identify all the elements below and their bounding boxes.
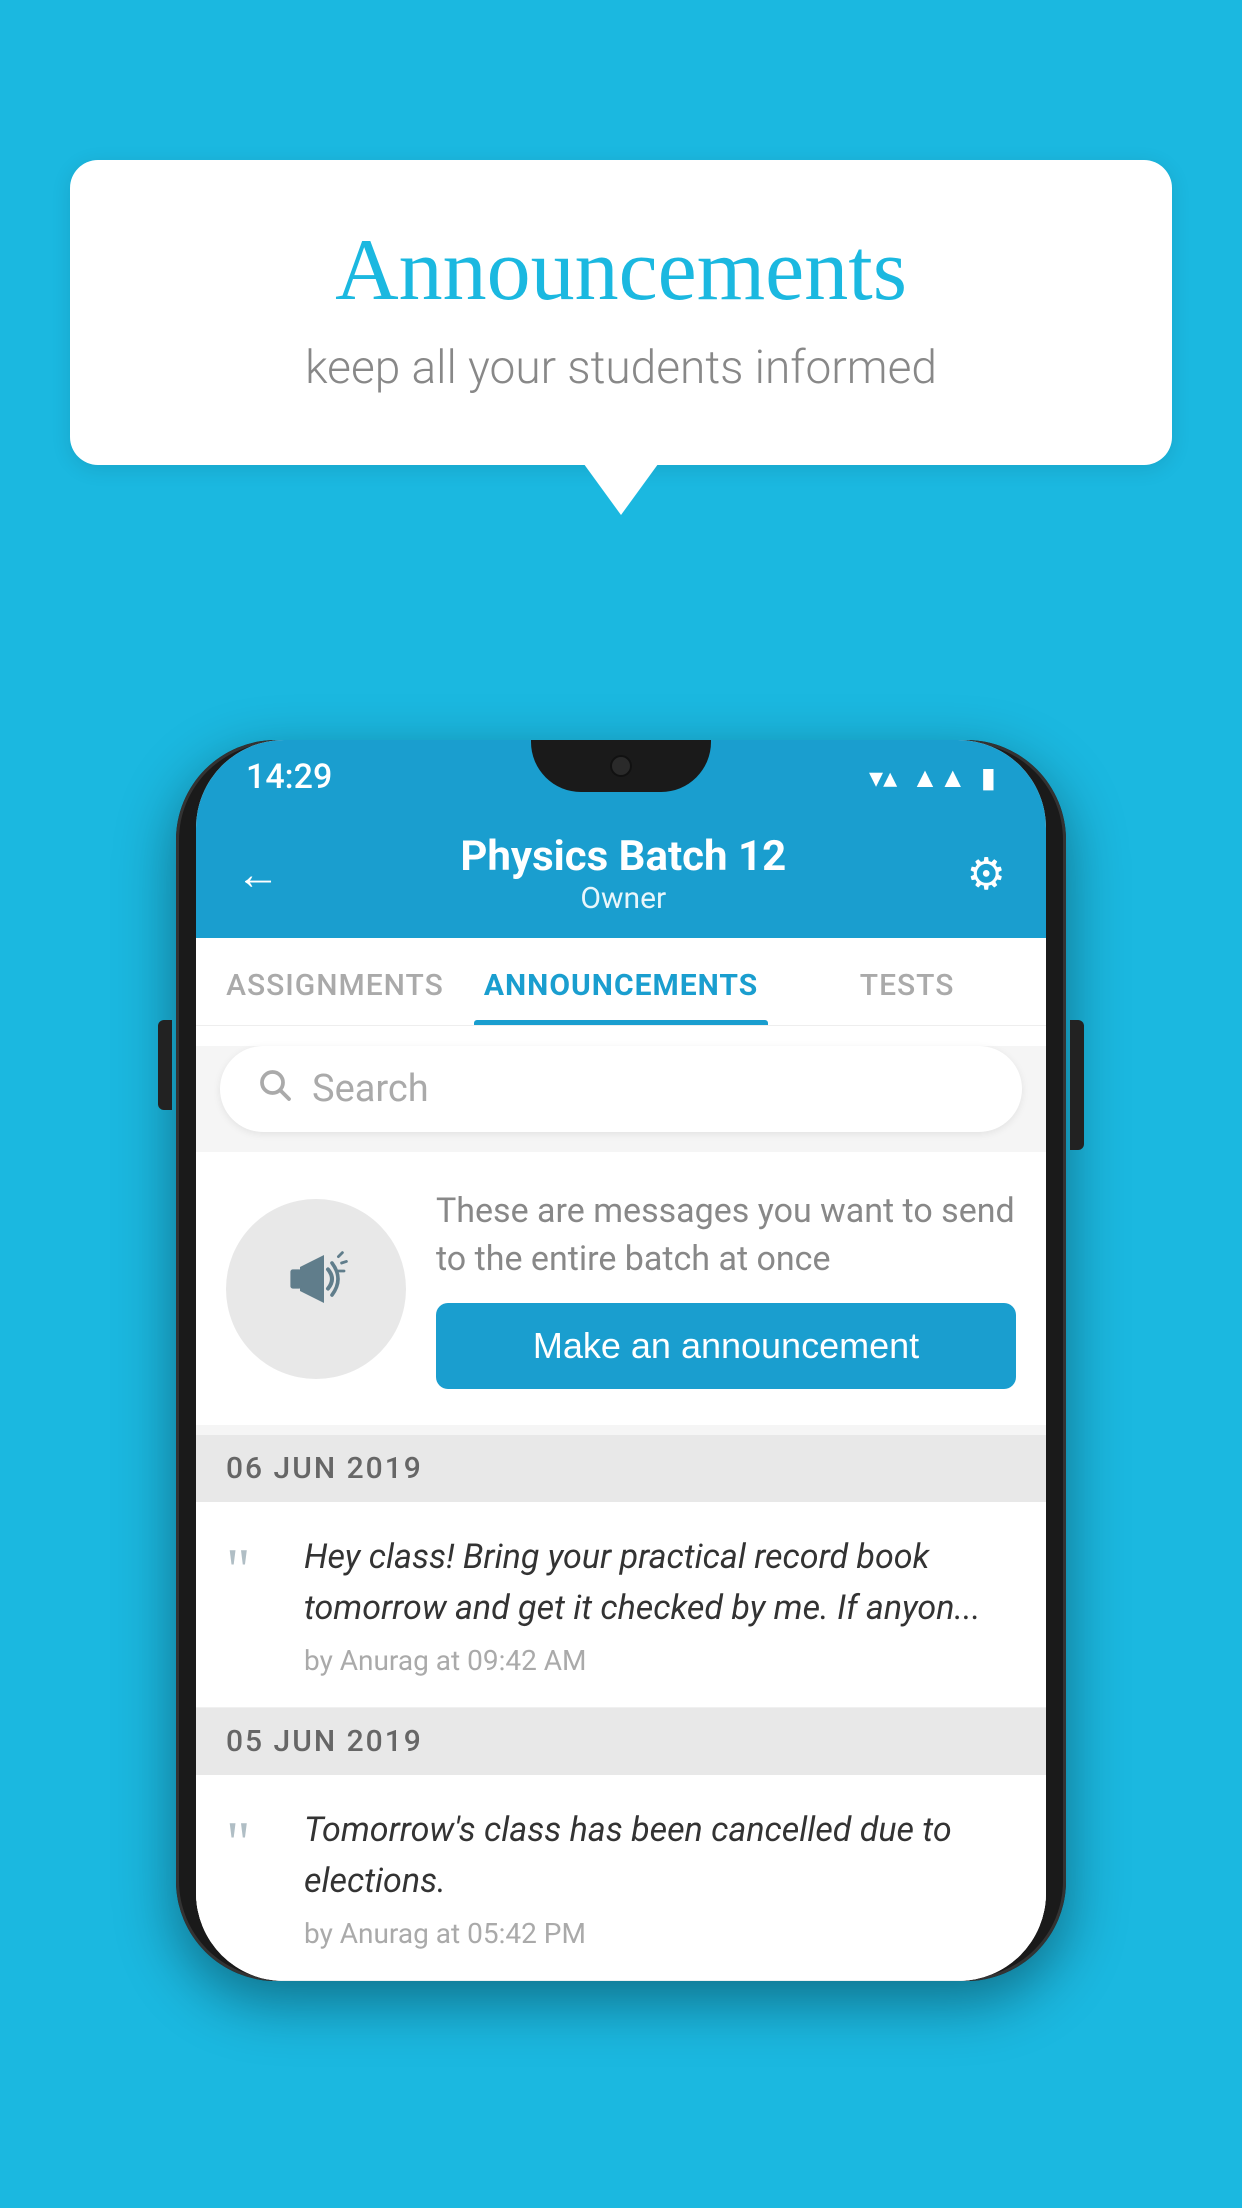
megaphone-icon <box>276 1239 356 1339</box>
announcement-meta-1: by Anurag at 09:42 AM <box>304 1644 1016 1677</box>
phone-wrapper: 14:29 ▾▴ ▲▲ ▮ ← Physics Batch 12 Owner ⚙ <box>176 720 1066 2001</box>
date-separator-2: 05 JUN 2019 <box>196 1708 1046 1775</box>
content-area: Search <box>196 1046 1046 1981</box>
tab-announcements[interactable]: ANNOUNCEMENTS <box>474 938 768 1025</box>
announcement-text-2: Tomorrow's class has been cancelled due … <box>304 1805 1016 1907</box>
quote-icon-1: " <box>226 1540 276 1600</box>
battery-icon: ▮ <box>981 761 996 794</box>
wifi-icon: ▾▴ <box>869 761 897 794</box>
bubble-title: Announcements <box>150 220 1092 321</box>
megaphone-circle <box>226 1199 406 1379</box>
settings-icon[interactable]: ⚙ <box>967 848 1006 900</box>
header-subtitle: Owner <box>460 881 786 916</box>
tab-assignments[interactable]: ASSIGNMENTS <box>196 938 474 1025</box>
speech-bubble-card: Announcements keep all your students inf… <box>70 160 1172 465</box>
camera-dot <box>610 755 632 777</box>
cta-right: These are messages you want to send to t… <box>436 1188 1016 1389</box>
cta-description: These are messages you want to send to t… <box>436 1188 1016 1283</box>
tabs-bar: ASSIGNMENTS ANNOUNCEMENTS TESTS <box>196 938 1046 1026</box>
announcement-item-1[interactable]: " Hey class! Bring your practical record… <box>196 1502 1046 1708</box>
announcement-cta-card: These are messages you want to send to t… <box>196 1152 1046 1425</box>
announcement-content-1: Hey class! Bring your practical record b… <box>304 1532 1016 1677</box>
announcement-content-2: Tomorrow's class has been cancelled due … <box>304 1805 1016 1950</box>
tab-tests[interactable]: TESTS <box>768 938 1046 1025</box>
date-separator-1: 06 JUN 2019 <box>196 1435 1046 1502</box>
back-button[interactable]: ← <box>236 848 280 900</box>
status-icons: ▾▴ ▲▲ ▮ <box>869 761 996 794</box>
header-title: Physics Batch 12 <box>460 832 786 881</box>
app-header: ← Physics Batch 12 Owner ⚙ <box>196 810 1046 938</box>
header-title-group: Physics Batch 12 Owner <box>460 832 786 916</box>
announcement-meta-2: by Anurag at 05:42 PM <box>304 1917 1016 1950</box>
search-bar[interactable]: Search <box>220 1046 1022 1132</box>
search-placeholder: Search <box>312 1067 429 1111</box>
bubble-subtitle: keep all your students informed <box>150 341 1092 395</box>
search-icon <box>256 1066 292 1112</box>
phone-screen: 14:29 ▾▴ ▲▲ ▮ ← Physics Batch 12 Owner ⚙ <box>196 740 1046 1981</box>
announcement-text-1: Hey class! Bring your practical record b… <box>304 1532 1016 1634</box>
quote-icon-2: " <box>226 1813 276 1873</box>
speech-bubble-section: Announcements keep all your students inf… <box>70 160 1172 465</box>
make-announcement-button[interactable]: Make an announcement <box>436 1303 1016 1389</box>
phone-notch <box>531 740 711 792</box>
signal-icon: ▲▲ <box>911 761 966 794</box>
phone-outer: 14:29 ▾▴ ▲▲ ▮ ← Physics Batch 12 Owner ⚙ <box>176 740 1066 1981</box>
announcement-item-2[interactable]: " Tomorrow's class has been cancelled du… <box>196 1775 1046 1981</box>
status-time: 14:29 <box>246 757 332 797</box>
